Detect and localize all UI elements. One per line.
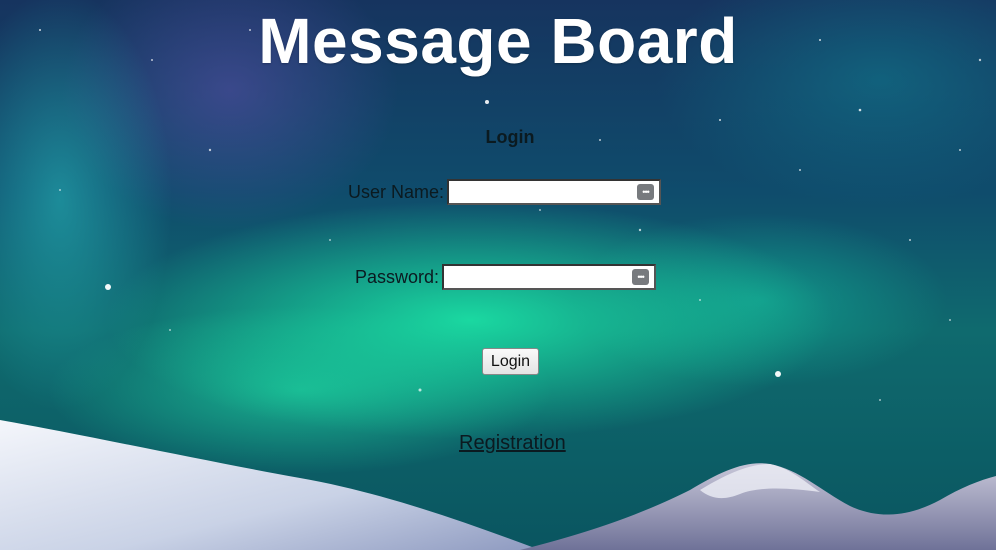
password-label: Password: [355,266,440,287]
page-title: Message Board [258,5,738,77]
login-button[interactable]: Login [482,348,539,375]
username-field: ••• [447,179,662,205]
password-manager-icon[interactable]: ••• [632,269,650,285]
username-input[interactable] [451,182,632,202]
password-field: ••• [442,264,657,290]
username-row: User Name: ••• [348,179,662,205]
login-heading: Login [485,127,535,147]
password-row: Password: ••• [355,264,657,290]
username-label: User Name: [348,181,445,202]
registration-link[interactable]: Registration [459,432,566,455]
password-manager-icon[interactable]: ••• [637,184,655,200]
password-input[interactable] [446,267,627,287]
